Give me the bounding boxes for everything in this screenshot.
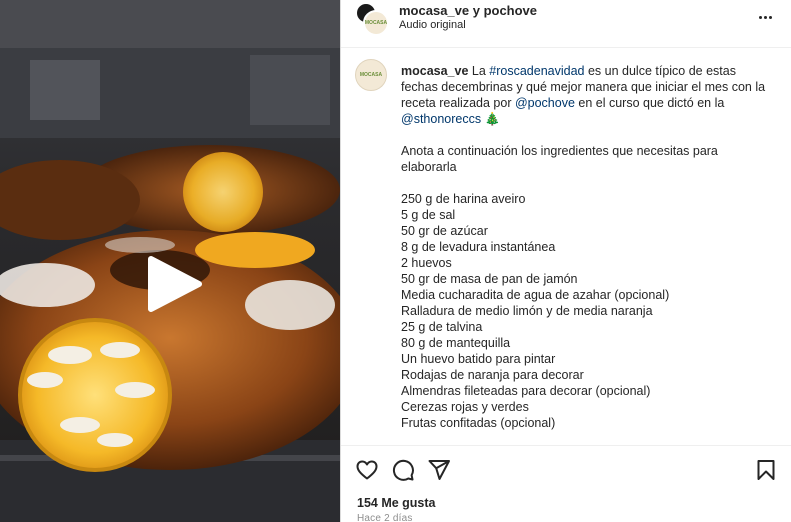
ingredients-list: 250 g de harina aveiro 5 g de sal 50 gr de… bbox=[401, 191, 776, 431]
comment-icon[interactable] bbox=[391, 458, 415, 482]
ingredient-item: 80 g de mantequilla bbox=[401, 336, 511, 350]
mention-sthonoreccs[interactable]: @sthonoreccs bbox=[401, 112, 481, 126]
post-timestamp[interactable]: Hace 2 días bbox=[357, 513, 413, 522]
play-icon[interactable] bbox=[145, 255, 203, 313]
mention-pochove[interactable]: @pochove bbox=[515, 96, 575, 110]
ingredient-item: Frutas confitadas (opcional) bbox=[401, 416, 556, 430]
christmas-tree-icon: 🎄 bbox=[484, 112, 501, 126]
ingredient-item: 8 g de levadura instantánea bbox=[401, 240, 556, 254]
audio-label[interactable]: Audio original bbox=[399, 19, 466, 31]
header-username[interactable]: mocasa_ve y pochove bbox=[399, 3, 537, 18]
ingredient-item: 50 gr de masa de pan de jamón bbox=[401, 272, 578, 286]
hashtag-link[interactable]: #roscadenavidad bbox=[489, 64, 584, 78]
post-panel: MOCASA mocasa_ve y pochove Audio origina… bbox=[340, 0, 791, 522]
caption-text: La bbox=[468, 64, 490, 78]
post-video[interactable] bbox=[0, 0, 340, 522]
caption-intro: mocasa_ve La #roscadenavidad es un dulce… bbox=[401, 63, 776, 127]
ingredient-item: Rodajas de naranja para decorar bbox=[401, 368, 584, 382]
ingredient-item: Cerezas rojas y verdes bbox=[401, 400, 529, 414]
avatar-mocasa[interactable]: MOCASA bbox=[363, 10, 389, 36]
more-options-icon[interactable] bbox=[756, 9, 774, 25]
ingredient-item: Un huevo batido para pintar bbox=[401, 352, 556, 366]
ingredient-item: 250 g de harina aveiro bbox=[401, 192, 526, 206]
mocasa-logo: MOCASA bbox=[364, 20, 388, 26]
caption-username[interactable]: mocasa_ve bbox=[401, 64, 468, 78]
caption-avatar[interactable]: MOCASA bbox=[355, 59, 387, 91]
ingredient-item: Media cucharadita de agua de azahar (opc… bbox=[401, 288, 670, 302]
ingredient-item: 50 gr de azúcar bbox=[401, 224, 488, 238]
ingredient-item: 5 g de sal bbox=[401, 208, 456, 222]
post-header: MOCASA mocasa_ve y pochove Audio origina… bbox=[341, 0, 791, 48]
caption-area: MOCASA mocasa_ve La #roscadenavidad es u… bbox=[341, 49, 791, 445]
ingredient-item: Ralladura de medio limón y de media nara… bbox=[401, 304, 653, 318]
post-caption: mocasa_ve La #roscadenavidad es un dulce… bbox=[401, 63, 776, 431]
ingredient-item: 2 huevos bbox=[401, 256, 452, 270]
action-bar bbox=[341, 445, 791, 493]
ingredient-item: Almendras fileteadas para decorar (opcio… bbox=[401, 384, 651, 398]
heart-icon[interactable] bbox=[355, 458, 379, 482]
ingredient-item: 25 g de talvina bbox=[401, 320, 483, 334]
bookmark-icon[interactable] bbox=[754, 458, 778, 482]
mocasa-logo: MOCASA bbox=[359, 72, 383, 78]
caption-text: en el curso que dictó en la bbox=[574, 96, 725, 110]
caption-paragraph-2: Anota a continuación los ingredientes qu… bbox=[401, 144, 718, 174]
collab-avatars[interactable]: MOCASA bbox=[355, 2, 389, 36]
like-count[interactable]: 154 Me gusta bbox=[357, 496, 436, 510]
send-icon[interactable] bbox=[427, 458, 451, 482]
